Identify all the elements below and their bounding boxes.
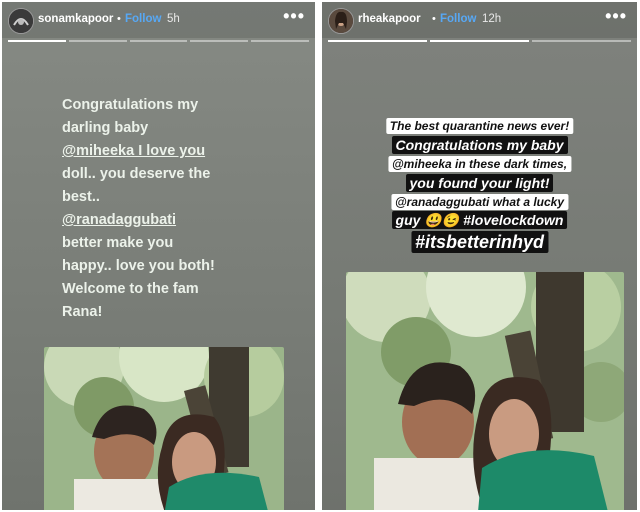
caption-line: Welcome to the fam	[62, 281, 199, 297]
post-time: 12h	[482, 13, 502, 25]
avatar[interactable]	[328, 8, 354, 34]
story-panel-sonamkapoor[interactable]: sonamkapoor • Follow 5h ••• Congratulati…	[2, 2, 315, 510]
text-sticker[interactable]: guy 😃😉 #lovelockdown	[391, 211, 568, 229]
text-sticker: The best quarantine news ever!	[385, 118, 574, 134]
story-progress-bar	[328, 40, 631, 42]
caption-line: doll.. you deserve the	[62, 166, 211, 182]
caption-line[interactable]: @miheeka I love you	[62, 140, 262, 163]
follow-button[interactable]: Follow	[125, 13, 161, 25]
caption-line: happy.. love you both!	[62, 258, 215, 274]
hashtag-sticker[interactable]: #itsbetterinhyd	[410, 231, 549, 253]
avatar[interactable]	[8, 8, 34, 34]
story-progress-bar	[8, 40, 309, 42]
more-options-button[interactable]: •••	[283, 6, 305, 27]
follow-button[interactable]: Follow	[440, 13, 476, 25]
text-sticker[interactable]: @miheeka in these dark times,	[387, 156, 572, 172]
more-options-button[interactable]: •••	[605, 6, 627, 27]
separator-dot: •	[432, 13, 436, 25]
separator-dot: •	[117, 13, 121, 25]
username[interactable]: sonamkapoor	[38, 13, 113, 25]
couple-photo	[44, 347, 284, 510]
username[interactable]: rheakapoor	[358, 13, 421, 25]
text-sticker: Congratulations my baby	[391, 136, 568, 154]
story-caption: Congratulations my darling baby @miheeka…	[62, 94, 262, 324]
caption-line[interactable]: @ranadaggubati	[62, 209, 262, 232]
caption-line: best..	[62, 189, 100, 205]
story-panel-rheakapoor[interactable]: rheakapoor • Follow 12h ••• The best qua…	[322, 2, 637, 510]
caption-line: Congratulations my	[62, 97, 199, 113]
caption-line: Rana!	[62, 304, 103, 320]
caption-line: darling baby	[62, 120, 149, 136]
post-time: 5h	[167, 13, 180, 25]
couple-photo	[346, 272, 624, 510]
caption-line: better make you	[62, 235, 174, 251]
text-sticker: you found your light!	[405, 174, 554, 192]
text-sticker[interactable]: @ranadaggubati what a lucky	[390, 194, 569, 210]
